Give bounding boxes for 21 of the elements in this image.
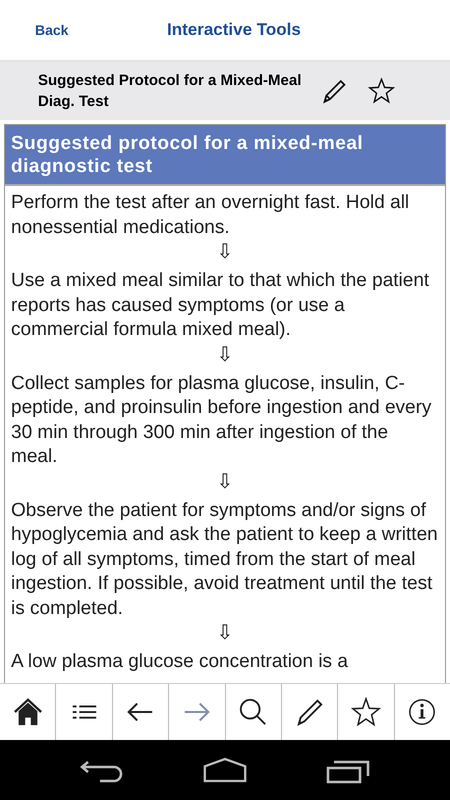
edit-icon[interactable] (321, 77, 348, 105)
paragraph: Collect samples for plasma glucose, insulin, C-peptide, and proinsulin before ingestion and every 30 min through 300 min after ingestion of the meal. (10, 372, 432, 469)
home-icon[interactable] (202, 756, 247, 784)
paragraph: Perform the test after an overnight fast. Hold all nonessential medications. (10, 191, 410, 240)
page-title: Suggested Protocol for a Mixed-Meal Diag. Test (38, 71, 302, 112)
star-icon[interactable] (368, 77, 395, 105)
down-arrow-icon: ⇩ (216, 470, 234, 494)
star-icon[interactable] (350, 697, 381, 727)
search-icon[interactable] (238, 697, 268, 727)
paragraph: A low plasma glucose concentration is a (10, 650, 349, 674)
pencil-icon[interactable] (294, 697, 325, 727)
paragraph: Observe the patient for symptoms and/or signs of hypoglycemia and ask the patient to keep a written log of all symptoms, timed from the start of meal ingestion. If possible, avoid treatment until the test is completed. (10, 498, 439, 620)
back-link[interactable]: Back (35, 22, 167, 38)
down-arrow-icon: ⇩ (216, 240, 234, 264)
home-icon[interactable] (12, 697, 43, 727)
down-arrow-icon: ⇩ (216, 621, 234, 645)
down-arrow-icon: ⇩ (216, 342, 234, 366)
header-title: Interactive Tools (167, 20, 301, 40)
info-icon[interactable] (407, 697, 438, 727)
paragraph: Use a mixed meal similar to that which the patient reports has caused symptoms (or use a commercial formula mixed meal). (10, 269, 430, 342)
section-heading: Suggested protocol for a mixed-meal diagnostic test (5, 125, 445, 186)
